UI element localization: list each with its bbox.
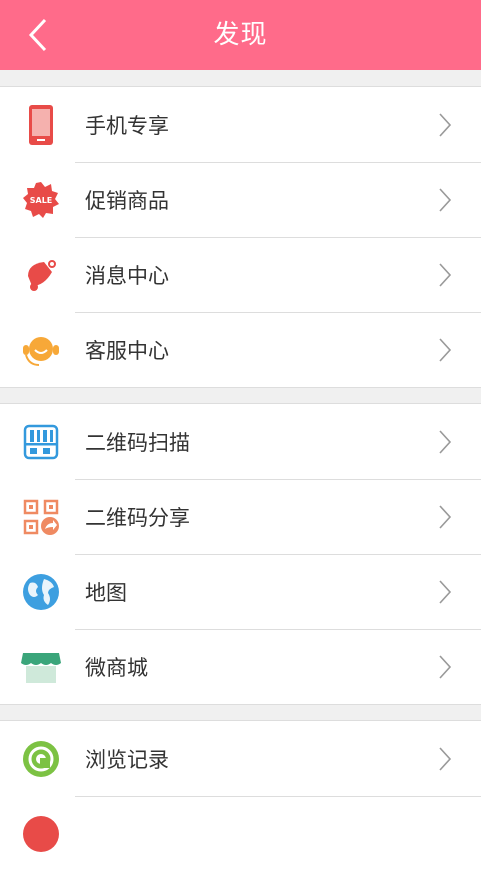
partial-icon	[20, 813, 62, 855]
menu-item-mobile-exclusive[interactable]: 手机专享	[0, 87, 481, 162]
menu-item-label: 手机专享	[85, 113, 169, 138]
menu-item-label: 二维码分享	[85, 505, 190, 530]
menu-item-label: 促销商品	[85, 188, 169, 213]
chevron-right-icon	[435, 110, 455, 140]
chevron-right-icon	[435, 427, 455, 457]
chevron-right-icon	[435, 335, 455, 365]
menu-item-customer-service[interactable]: 客服中心	[0, 312, 481, 387]
chevron-right-icon	[435, 260, 455, 290]
chevron-right-icon	[435, 577, 455, 607]
menu-item-browsing-history[interactable]: 浏览记录	[0, 721, 481, 796]
qr-share-icon	[20, 496, 62, 538]
globe-icon	[20, 571, 62, 613]
menu-item-qr-scan[interactable]: 二维码扫描	[0, 404, 481, 479]
chevron-right-icon	[435, 502, 455, 532]
headset-icon	[20, 329, 62, 371]
menu-item-label: 地图	[85, 580, 127, 605]
sale-badge-icon: SALE	[20, 179, 62, 221]
bell-icon	[20, 254, 62, 296]
menu-item-promotions[interactable]: SALE 促销商品	[0, 162, 481, 237]
menu-item-label: 消息中心	[85, 263, 169, 288]
menu-item-label: 客服中心	[85, 338, 169, 363]
menu-item-qr-share[interactable]: 二维码分享	[0, 479, 481, 554]
history-icon	[20, 738, 62, 780]
chevron-right-icon	[435, 744, 455, 774]
shop-awning-icon	[20, 646, 62, 688]
menu-item-label: 二维码扫描	[85, 430, 190, 455]
menu-group-1: 手机专享 SALE 促销商品 消息中心 客服中心	[0, 86, 481, 388]
menu-group-2: 二维码扫描 二维码分享 地图 微商城	[0, 403, 481, 705]
menu-group-3: 浏览记录	[0, 720, 481, 871]
chevron-right-icon	[435, 185, 455, 215]
menu-item-micro-mall[interactable]: 微商城	[0, 629, 481, 704]
svg-text:SALE: SALE	[30, 196, 53, 205]
mobile-icon	[20, 104, 62, 146]
top-bar: 发现	[0, 0, 481, 70]
menu-item-map[interactable]: 地图	[0, 554, 481, 629]
menu-item-label: 微商城	[85, 655, 148, 680]
qr-scan-icon	[20, 421, 62, 463]
menu-item-messages[interactable]: 消息中心	[0, 237, 481, 312]
menu-item-label: 浏览记录	[85, 747, 169, 772]
chevron-right-icon	[435, 652, 455, 682]
menu-item-partial[interactable]	[0, 796, 481, 871]
page-title: 发现	[213, 20, 268, 50]
